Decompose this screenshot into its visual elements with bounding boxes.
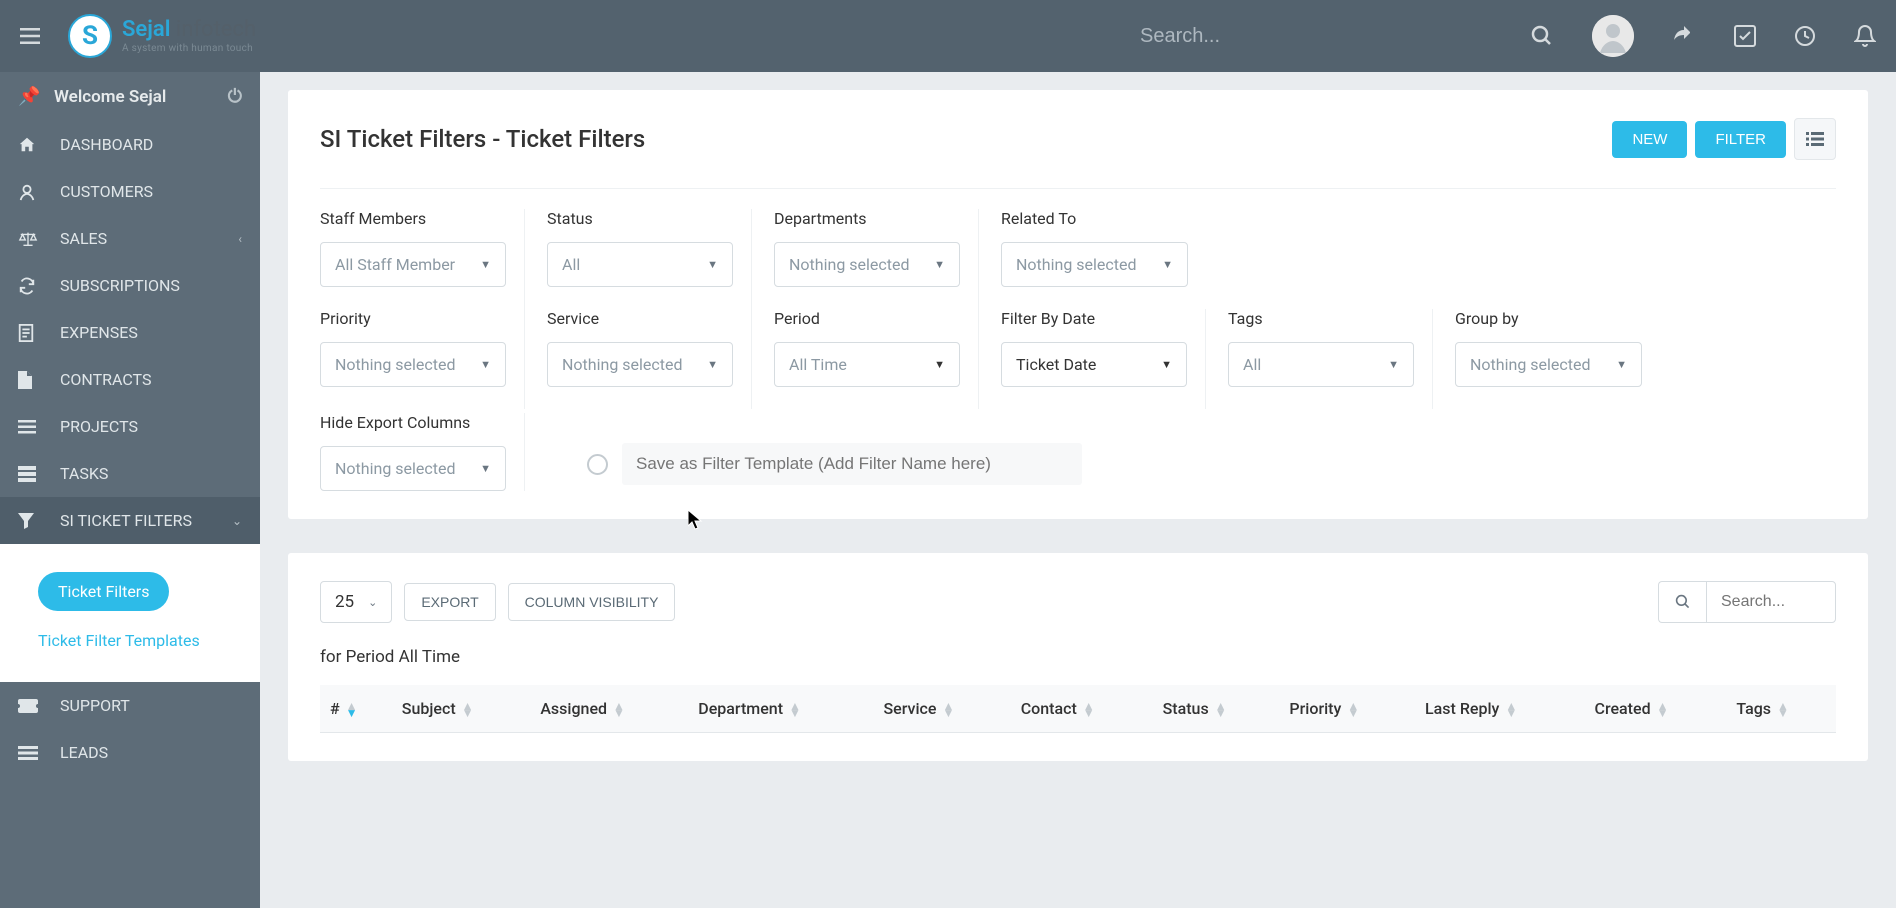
new-button[interactable]: NEW xyxy=(1612,121,1687,158)
tags-label: Tags xyxy=(1228,309,1414,328)
hide-export-label: Hide Export Columns xyxy=(320,413,506,432)
bell-icon[interactable] xyxy=(1854,24,1876,48)
sidebar-item-dashboard[interactable]: DASHBOARD xyxy=(0,121,260,168)
filter-button[interactable]: FILTER xyxy=(1695,121,1786,158)
scale-icon xyxy=(18,230,40,248)
save-template-radio[interactable] xyxy=(587,454,608,475)
chevron-down-icon: ⌄ xyxy=(232,514,242,528)
sidebar-item-expenses[interactable]: EXPENSES xyxy=(0,309,260,356)
search-icon[interactable] xyxy=(1530,24,1554,48)
menu-toggle-icon[interactable] xyxy=(20,28,40,44)
group-by-label: Group by xyxy=(1455,309,1642,328)
col-last-reply[interactable]: Last Reply▲▼ xyxy=(1415,685,1585,733)
col-subject[interactable]: Subject▲▼ xyxy=(392,685,531,733)
column-visibility-button[interactable]: COLUMN VISIBILITY xyxy=(508,583,676,621)
brand-logo[interactable]: S Sejal infotech A system with human tou… xyxy=(68,14,256,58)
col-num[interactable]: #▲▼ xyxy=(320,685,392,733)
user-icon xyxy=(18,183,40,201)
service-label: Service xyxy=(547,309,733,328)
sidebar-item-contracts[interactable]: CONTRACTS xyxy=(0,356,260,403)
avatar[interactable] xyxy=(1592,15,1634,57)
results-table: #▲▼ Subject▲▼ Assigned▲▼ Department▲▼ Se… xyxy=(320,685,1836,733)
hide-export-select[interactable]: Nothing selected▼ xyxy=(320,446,506,491)
brand-name-a: Sejal xyxy=(122,17,170,42)
related-to-label: Related To xyxy=(1001,209,1188,228)
status-label: Status xyxy=(547,209,733,228)
col-tags[interactable]: Tags▲▼ xyxy=(1726,685,1836,733)
service-select[interactable]: Nothing selected▼ xyxy=(547,342,733,387)
chevron-left-icon: ‹ xyxy=(238,232,242,246)
table-search-input[interactable] xyxy=(1706,581,1836,623)
status-select[interactable]: All▼ xyxy=(547,242,733,287)
filter-icon xyxy=(18,513,40,529)
brand-name-b: infotech xyxy=(170,17,256,42)
col-department[interactable]: Department▲▼ xyxy=(688,685,873,733)
export-button[interactable]: EXPORT xyxy=(404,583,495,621)
sidebar-item-subscriptions[interactable]: SUBSCRIPTIONS xyxy=(0,262,260,309)
share-icon[interactable] xyxy=(1672,24,1696,48)
table-header-row: #▲▼ Subject▲▼ Assigned▲▼ Department▲▼ Se… xyxy=(320,685,1836,733)
col-contact[interactable]: Contact▲▼ xyxy=(1011,685,1153,733)
filters-panel: SI Ticket Filters - Ticket Filters NEW F… xyxy=(288,90,1868,519)
main-content: SI Ticket Filters - Ticket Filters NEW F… xyxy=(260,72,1896,908)
sidebar-item-leads[interactable]: LEADS xyxy=(0,729,260,776)
priority-label: Priority xyxy=(320,309,506,328)
departments-select[interactable]: Nothing selected▼ xyxy=(774,242,960,287)
logo-icon: S xyxy=(68,14,112,58)
sidebar-item-projects[interactable]: PROJECTS xyxy=(0,403,260,450)
pin-icon: 📌 xyxy=(18,86,40,107)
sidebar-item-si-ticket-filters[interactable]: SI TICKET FILTERS ⌄ xyxy=(0,497,260,544)
page-title: SI Ticket Filters - Ticket Filters xyxy=(320,125,645,153)
save-template-input[interactable] xyxy=(622,443,1082,485)
departments-label: Departments xyxy=(774,209,960,228)
document-lines-icon xyxy=(18,324,40,342)
sidebar-sub-ticket-filters[interactable]: Ticket Filters xyxy=(38,562,260,621)
filter-by-date-select[interactable]: Ticket Date▼ xyxy=(1001,342,1187,387)
home-icon xyxy=(18,136,40,154)
results-panel: 25⌄ EXPORT COLUMN VISIBILITY for Period … xyxy=(288,553,1868,761)
clock-icon[interactable] xyxy=(1794,25,1816,47)
group-by-select[interactable]: Nothing selected▼ xyxy=(1455,342,1642,387)
stack-icon xyxy=(18,466,40,482)
refresh-icon xyxy=(18,277,40,295)
document-icon xyxy=(18,371,40,389)
sidebar-sub-ticket-filter-templates[interactable]: Ticket Filter Templates xyxy=(38,621,260,660)
col-service[interactable]: Service▲▼ xyxy=(873,685,1010,733)
col-created[interactable]: Created▲▼ xyxy=(1585,685,1727,733)
sidebar-item-support[interactable]: SUPPORT xyxy=(0,682,260,729)
list-view-button[interactable] xyxy=(1794,118,1836,160)
sidebar-item-sales[interactable]: SALES ‹ xyxy=(0,215,260,262)
leads-icon xyxy=(18,746,40,760)
global-search-input[interactable] xyxy=(1140,25,1500,48)
staff-members-label: Staff Members xyxy=(320,209,506,228)
list-icon xyxy=(18,420,40,434)
checkbox-icon[interactable] xyxy=(1734,25,1756,47)
period-summary: for Period All Time xyxy=(320,647,1836,667)
page-size-select[interactable]: 25⌄ xyxy=(320,581,392,623)
col-assigned[interactable]: Assigned▲▼ xyxy=(530,685,688,733)
period-select[interactable]: All Time▼ xyxy=(774,342,960,387)
table-search-icon[interactable] xyxy=(1658,581,1706,623)
topbar: S Sejal infotech A system with human tou… xyxy=(0,0,1896,72)
sidebar-item-tasks[interactable]: TASKS xyxy=(0,450,260,497)
brand-tagline: A system with human touch xyxy=(122,43,256,54)
col-priority[interactable]: Priority▲▼ xyxy=(1279,685,1415,733)
ticket-icon xyxy=(18,699,40,713)
sidebar: 📌 Welcome Sejal ⏻ DASHBOARD CUSTOMERS SA… xyxy=(0,72,260,908)
filter-by-date-label: Filter By Date xyxy=(1001,309,1187,328)
tags-select[interactable]: All▼ xyxy=(1228,342,1414,387)
period-label: Period xyxy=(774,309,960,328)
sidebar-welcome: 📌 Welcome Sejal ⏻ xyxy=(0,72,260,121)
sidebar-item-customers[interactable]: CUSTOMERS xyxy=(0,168,260,215)
power-icon[interactable]: ⏻ xyxy=(228,86,242,107)
col-status[interactable]: Status▲▼ xyxy=(1153,685,1280,733)
staff-members-select[interactable]: All Staff Member▼ xyxy=(320,242,506,287)
related-to-select[interactable]: Nothing selected▼ xyxy=(1001,242,1188,287)
priority-select[interactable]: Nothing selected▼ xyxy=(320,342,506,387)
